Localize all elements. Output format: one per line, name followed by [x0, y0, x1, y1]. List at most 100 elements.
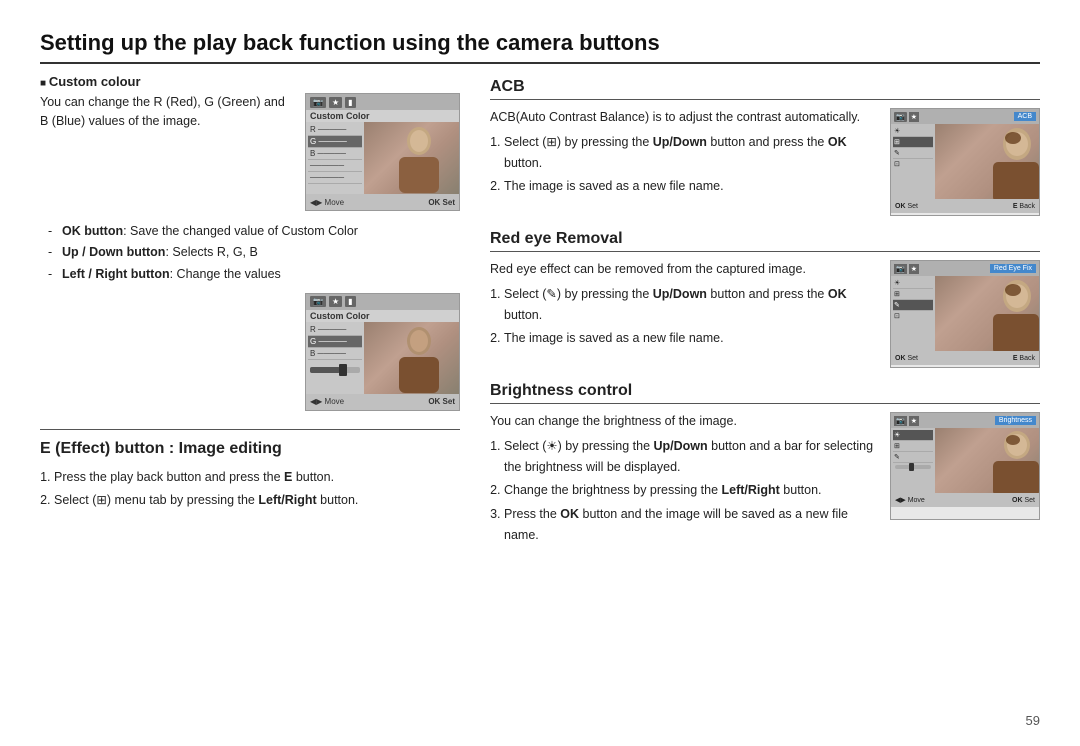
brightness-leftright: Left/Right	[722, 483, 780, 497]
menu-item-4: ──────	[308, 160, 362, 172]
menu-item-5: ──────	[308, 172, 362, 184]
ok-button-value: : Save the changed value of Custom Color	[123, 224, 358, 238]
menu-item-g2: G ─────	[308, 336, 362, 348]
custom-colour-section: Custom colour You can change the R (Red)…	[40, 74, 460, 211]
person-silhouette-1	[377, 123, 447, 193]
camera-screen-1: 📷 ★ ▮ Custom Color R ───── G ───── B ───…	[305, 93, 460, 211]
person-silhouette-2	[377, 323, 447, 393]
acb-step-1: Select (⊞) by pressing the Up/Down butto…	[504, 132, 876, 175]
e-button-steps: Press the play back button and press the…	[54, 467, 460, 512]
red-eye-step-1: Select (✎) by pressing the Up/Down butto…	[504, 284, 876, 327]
brightness-step-3: Press the OK button and the image will b…	[504, 504, 876, 547]
brightness-updown: Up/Down	[654, 439, 708, 453]
re-label-tag: Red Eye Fix	[990, 264, 1036, 273]
acb-icon-cam: 📷	[894, 112, 907, 122]
move-label-2: ◀▶ Move	[310, 397, 344, 406]
e-button-section: E (Effect) button : Image editing Press …	[40, 429, 460, 512]
br-bottom: ◀▶ Move OK Set	[891, 493, 1039, 507]
brightness-ok: OK	[560, 507, 579, 521]
acb-ok-set: OK Set	[895, 203, 918, 210]
red-ok: OK	[828, 287, 847, 301]
acb-icon: ⊞	[546, 135, 556, 149]
re-photo	[935, 276, 1039, 351]
page-number: 59	[1026, 713, 1040, 728]
menu-item-r2: R ─────	[308, 324, 362, 336]
select-icon: ⊞	[96, 493, 106, 507]
right-column: ACB ACB(Auto Contrast Balance) is to adj…	[490, 74, 1040, 562]
menu-list-2: R ───── G ───── B ─────	[306, 322, 364, 394]
br-move: ◀▶ Move	[895, 496, 925, 504]
icon-star: ★	[329, 97, 342, 108]
icon-star-2: ★	[329, 296, 342, 307]
acb-label-tag: ACB	[1014, 112, 1036, 121]
red-eye-section: Red eye Removal Red eye effect can be re…	[490, 230, 1040, 368]
leftright-button-value: : Change the values	[170, 267, 281, 281]
red-eye-icon: ✎	[546, 287, 556, 301]
icon-battery-2: ▮	[345, 296, 355, 307]
menu-list-1: R ───── G ───── B ───── ────── ──────	[306, 122, 364, 194]
updown-button-value: : Selects R, G, B	[165, 245, 257, 259]
bullet-leftright: - Left / Right button: Change the values	[48, 264, 460, 285]
re-bottom: OK Set E Back	[891, 351, 1039, 365]
acb-description: ACB(Auto Contrast Balance) is to adjust …	[490, 108, 876, 127]
br-label-tag: Brightness	[995, 416, 1036, 425]
br-icon-cam: 📷	[894, 416, 907, 426]
acb-step-2: The image is saved as a new file name.	[504, 176, 876, 197]
red-eye-text: Red eye effect can be removed from the c…	[490, 260, 876, 352]
leftright-button-label: Left / Right button	[62, 267, 170, 281]
brightness-text: You can change the brightness of the ima…	[490, 412, 876, 548]
e-button-header: E (Effect) button : Image editing	[40, 440, 460, 461]
red-eye-camera: 📷 ★ Red Eye Fix ☀ ⊞ ✎ ⊡	[890, 260, 1040, 368]
red-eye-step-2: The image is saved as a new file name.	[504, 328, 876, 349]
screen-label-2: Custom Color	[306, 310, 459, 322]
menu-item-r: R ─────	[308, 124, 362, 136]
brightness-header: Brightness control	[490, 382, 1040, 404]
e-step-1: Press the play back button and press the…	[54, 467, 460, 488]
re-e-back: E Back	[1013, 355, 1035, 362]
acb-ok: OK	[828, 135, 847, 149]
ok-button-label: OK button	[62, 224, 123, 238]
acb-section: ACB ACB(Auto Contrast Balance) is to adj…	[490, 78, 1040, 216]
ok-set-1: OK Set	[428, 198, 455, 207]
icon-photo-2: 📷	[310, 296, 326, 307]
bullet-updown: - Up / Down button: Selects R, G, B	[48, 242, 460, 263]
menu-item-b2: B ─────	[308, 348, 362, 360]
e-step-2: Select (⊞) menu tab by pressing the Left…	[54, 490, 460, 511]
brightness-step-1: Select (☀) by pressing the Up/Down butto…	[504, 436, 876, 479]
acb-steps: Select (⊞) by pressing the Up/Down butto…	[504, 132, 876, 198]
e-bold: E	[284, 470, 292, 484]
red-eye-description: Red eye effect can be removed from the c…	[490, 260, 876, 279]
acb-person	[979, 124, 1039, 199]
screen-label-1: Custom Color	[306, 110, 459, 122]
acb-camera: 📷 ★ ACB ☀ ⊞ ✎ ⊡	[890, 108, 1040, 216]
br-photo	[935, 428, 1039, 493]
updown-button-label: Up / Down button	[62, 245, 165, 259]
br-person	[979, 428, 1039, 493]
photo-area-1	[364, 122, 459, 194]
photo-placeholder-2	[364, 322, 459, 394]
acb-icon-star: ★	[909, 112, 919, 122]
acb-updown: Up/Down	[653, 135, 707, 149]
bottom-bar-2: ◀▶ Move OK Set	[306, 394, 459, 410]
red-eye-steps: Select (✎) by pressing the Up/Down butto…	[504, 284, 876, 350]
re-menu: ☀ ⊞ ✎ ⊡	[891, 276, 935, 351]
icon-photo: 📷	[310, 97, 326, 108]
custom-colour-label: Custom colour	[40, 74, 460, 89]
red-updown: Up/Down	[653, 287, 707, 301]
br-icon-star: ★	[909, 416, 919, 426]
menu-item-b: B ─────	[308, 148, 362, 160]
camera-screen-2: 📷 ★ ▮ Custom Color R ───── G ───── B ───…	[305, 293, 460, 411]
re-icon-star: ★	[909, 264, 919, 274]
slider-bar	[310, 367, 360, 373]
re-ok-set: OK Set	[895, 355, 918, 362]
brightness-section: Brightness control You can change the br…	[490, 382, 1040, 548]
acb-photo	[935, 124, 1039, 199]
re-icon-cam: 📷	[894, 264, 907, 274]
brightness-icon: ☀	[546, 439, 557, 453]
acb-menu: ☀ ⊞ ✎ ⊡	[891, 124, 935, 199]
bottom-bar-1: ◀▶ Move OK Set	[306, 194, 459, 210]
custom-colour-description: You can change the R (Red), G (Green) an…	[40, 93, 293, 131]
brightness-step-2: Change the brightness by pressing the Le…	[504, 480, 876, 501]
acb-text: ACB(Auto Contrast Balance) is to adjust …	[490, 108, 876, 200]
brightness-steps: Select (☀) by pressing the Up/Down butto…	[504, 436, 876, 546]
